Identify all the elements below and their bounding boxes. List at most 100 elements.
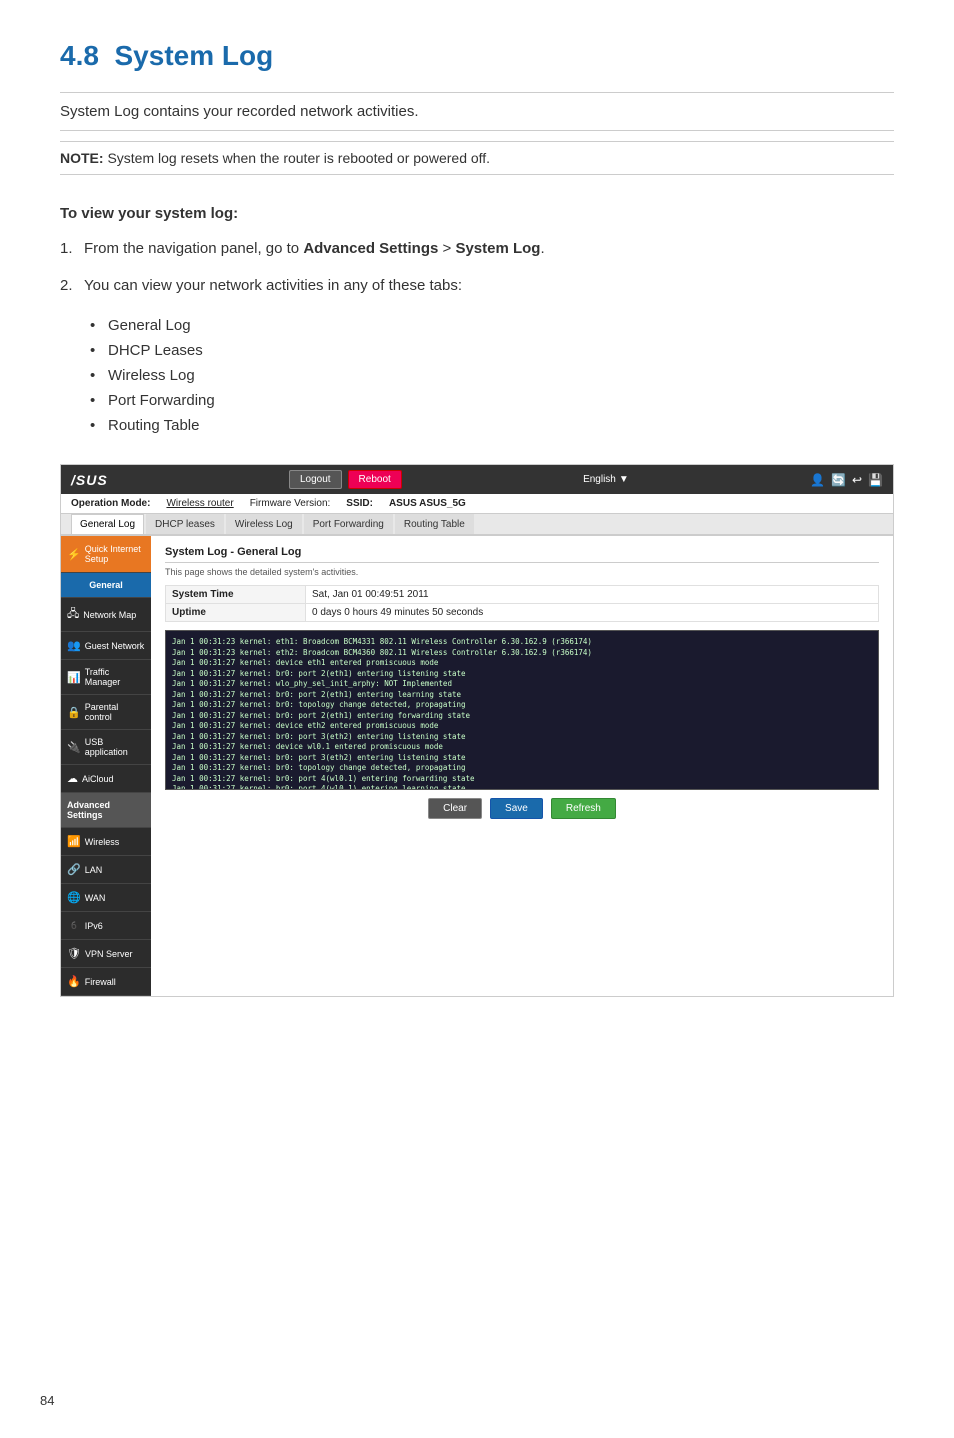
sidebar-ipv6-label: IPv6: [85, 921, 103, 931]
bullet-port-forwarding: Port Forwarding: [90, 392, 894, 409]
log-line-3: Jan 1 00:31:27 kernel: br0: port 2(eth1)…: [172, 669, 872, 680]
log-line-2: Jan 1 00:31:27 kernel: device eth1 enter…: [172, 658, 872, 669]
save-button[interactable]: Save: [490, 798, 543, 819]
usb-icon: 🔌: [67, 741, 81, 754]
wifi-icon: 📶: [67, 835, 81, 848]
lock-icon: 🔒: [67, 706, 81, 719]
tab-port-forwarding[interactable]: Port Forwarding: [304, 514, 393, 534]
sidebar-firewall-label: Firewall: [85, 977, 116, 987]
log-line-9: Jan 1 00:31:27 kernel: br0: port 3(eth2)…: [172, 732, 872, 743]
operation-mode-value: Wireless router: [166, 498, 233, 509]
sidebar-item-network-map[interactable]: 🖧 Network Map: [61, 598, 151, 632]
tab-dhcp-leases[interactable]: DHCP leases: [146, 514, 224, 534]
sidebar-lan-label: LAN: [85, 865, 103, 875]
sidebar-item-wireless[interactable]: 📶 Wireless: [61, 828, 151, 856]
step-2: 2. You can view your network activities …: [60, 275, 894, 298]
title-text: System Log: [115, 40, 274, 71]
content-description: This page shows the detailed system's ac…: [165, 567, 879, 577]
router-ui-screenshot: /SUS Logout Reboot English ▼ 👤 🔄 ↩ 💾 Ope…: [60, 464, 894, 997]
log-line-7: Jan 1 00:31:27 kernel: br0: port 2(eth1)…: [172, 711, 872, 722]
steps-list: 1. From the navigation panel, go to Adva…: [60, 238, 894, 297]
sidebar-item-traffic-manager[interactable]: 📊 Traffic Manager: [61, 660, 151, 695]
main-title: 4.8 System Log: [60, 40, 894, 72]
clear-button[interactable]: Clear: [428, 798, 482, 819]
tab-wireless-log[interactable]: Wireless Log: [226, 514, 302, 534]
cloud-icon: ☁: [67, 772, 78, 785]
chapter-number: 4.8: [60, 40, 99, 71]
vpn-icon: 🛡: [67, 947, 81, 960]
log-line-12: Jan 1 00:31:27 kernel: br0: topology cha…: [172, 763, 872, 774]
refresh-button[interactable]: Refresh: [551, 798, 616, 819]
traffic-icon: 📊: [67, 671, 81, 684]
ssid-label: SSID:: [346, 498, 373, 509]
sidebar-wireless-label: Wireless: [85, 837, 120, 847]
sidebar-item-usb-application[interactable]: 🔌 USB application: [61, 730, 151, 765]
ipv6-icon: 6️: [67, 919, 81, 932]
sidebar-guest-network-label: Guest Network: [85, 641, 145, 651]
note-box: NOTE: System log resets when the router …: [60, 141, 894, 175]
router-main-layout: ⚡ Quick Internet Setup General 🖧 Network…: [61, 536, 893, 996]
log-line-1: Jan 1 00:31:23 kernel: eth2: Broadcom BC…: [172, 648, 872, 659]
tab-routing-table[interactable]: Routing Table: [395, 514, 474, 534]
section-heading: To view your system log:: [60, 205, 894, 222]
bullet-dhcp-leases: DHCP Leases: [90, 342, 894, 359]
firmware-label: Firmware Version:: [250, 498, 331, 509]
note-text: System log resets when the router is reb…: [104, 150, 491, 166]
sidebar-item-firewall[interactable]: 🔥 Firewall: [61, 968, 151, 996]
sidebar-item-advanced-settings[interactable]: Advanced Settings: [61, 793, 151, 828]
router-sidebar: ⚡ Quick Internet Setup General 🖧 Network…: [61, 536, 151, 996]
sidebar-item-aicloud[interactable]: ☁ AiCloud: [61, 765, 151, 793]
sidebar-aicloud-label: AiCloud: [82, 774, 114, 784]
system-time-label: System Time: [166, 586, 306, 604]
sidebar-quick-setup-label: Quick Internet Setup: [85, 544, 145, 564]
bolt-icon: ⚡: [67, 548, 81, 561]
ssid-value: ASUS ASUS_5G: [389, 498, 466, 509]
person-icon: 👤: [810, 473, 825, 487]
topbar-buttons: Logout Reboot: [289, 470, 402, 489]
sidebar-item-guest-network[interactable]: 👥 Guest Network: [61, 632, 151, 660]
sidebar-parental-control-label: Parental control: [85, 702, 145, 722]
log-line-13: Jan 1 00:31:27 kernel: br0: port 4(wl0.1…: [172, 774, 872, 785]
save-icon: 💾: [868, 473, 883, 487]
step-2-num: 2.: [60, 275, 78, 298]
log-line-6: Jan 1 00:31:27 kernel: br0: topology cha…: [172, 700, 872, 711]
logout-button[interactable]: Logout: [289, 470, 342, 489]
router-tabs: General Log DHCP leases Wireless Log Por…: [61, 514, 893, 536]
step-1-text: From the navigation panel, go to Advance…: [84, 238, 545, 261]
language-selector[interactable]: English ▼: [583, 474, 629, 485]
info-table: System Time Sat, Jan 01 00:49:51 2011 Up…: [165, 585, 879, 622]
step-2-text: You can view your network activities in …: [84, 275, 462, 298]
sidebar-item-lan[interactable]: 🔗 LAN: [61, 856, 151, 884]
sidebar-wan-label: WAN: [85, 893, 106, 903]
sidebar-traffic-manager-label: Traffic Manager: [85, 667, 145, 687]
sidebar-item-ipv6[interactable]: 6️ IPv6: [61, 912, 151, 940]
uptime-value: 0 days 0 hours 49 minutes 50 seconds: [306, 604, 879, 622]
page-number: 84: [40, 1393, 54, 1408]
sidebar-item-parental-control[interactable]: 🔒 Parental control: [61, 695, 151, 730]
sidebar-network-map-label: Network Map: [83, 610, 136, 620]
chevron-down-icon: ▼: [619, 474, 629, 485]
uptime-row: Uptime 0 days 0 hours 49 minutes 50 seco…: [166, 604, 879, 622]
log-line-14: Jan 1 00:31:27 kernel: br0: port 4(wl0.1…: [172, 784, 872, 790]
sidebar-item-general[interactable]: General: [61, 573, 151, 598]
intro-paragraph: System Log contains your recorded networ…: [60, 103, 894, 120]
sidebar-usb-label: USB application: [85, 737, 145, 757]
language-label: English: [583, 474, 616, 485]
wan-icon: 🌐: [67, 891, 81, 904]
log-line-0: Jan 1 00:31:23 kernel: eth1: Broadcom BC…: [172, 637, 872, 648]
reboot-button[interactable]: Reboot: [348, 470, 402, 489]
router-content: System Log - General Log This page shows…: [151, 536, 893, 996]
bottom-buttons: Clear Save Refresh: [165, 798, 879, 819]
sync-icon: 🔄: [831, 473, 846, 487]
sidebar-item-quick-setup[interactable]: ⚡ Quick Internet Setup: [61, 536, 151, 573]
log-area[interactable]: Jan 1 00:31:23 kernel: eth1: Broadcom BC…: [165, 630, 879, 790]
sidebar-item-wan[interactable]: 🌐 WAN: [61, 884, 151, 912]
sidebar-vpn-label: VPN Server: [85, 949, 133, 959]
log-line-10: Jan 1 00:31:27 kernel: device wl0.1 ente…: [172, 742, 872, 753]
tab-general-log[interactable]: General Log: [71, 514, 144, 534]
operation-mode-label: Operation Mode:: [71, 498, 150, 509]
asus-logo: /SUS: [71, 472, 108, 488]
system-time-row: System Time Sat, Jan 01 00:49:51 2011: [166, 586, 879, 604]
note-label: NOTE:: [60, 150, 104, 166]
sidebar-item-vpn-server[interactable]: 🛡 VPN Server: [61, 940, 151, 968]
